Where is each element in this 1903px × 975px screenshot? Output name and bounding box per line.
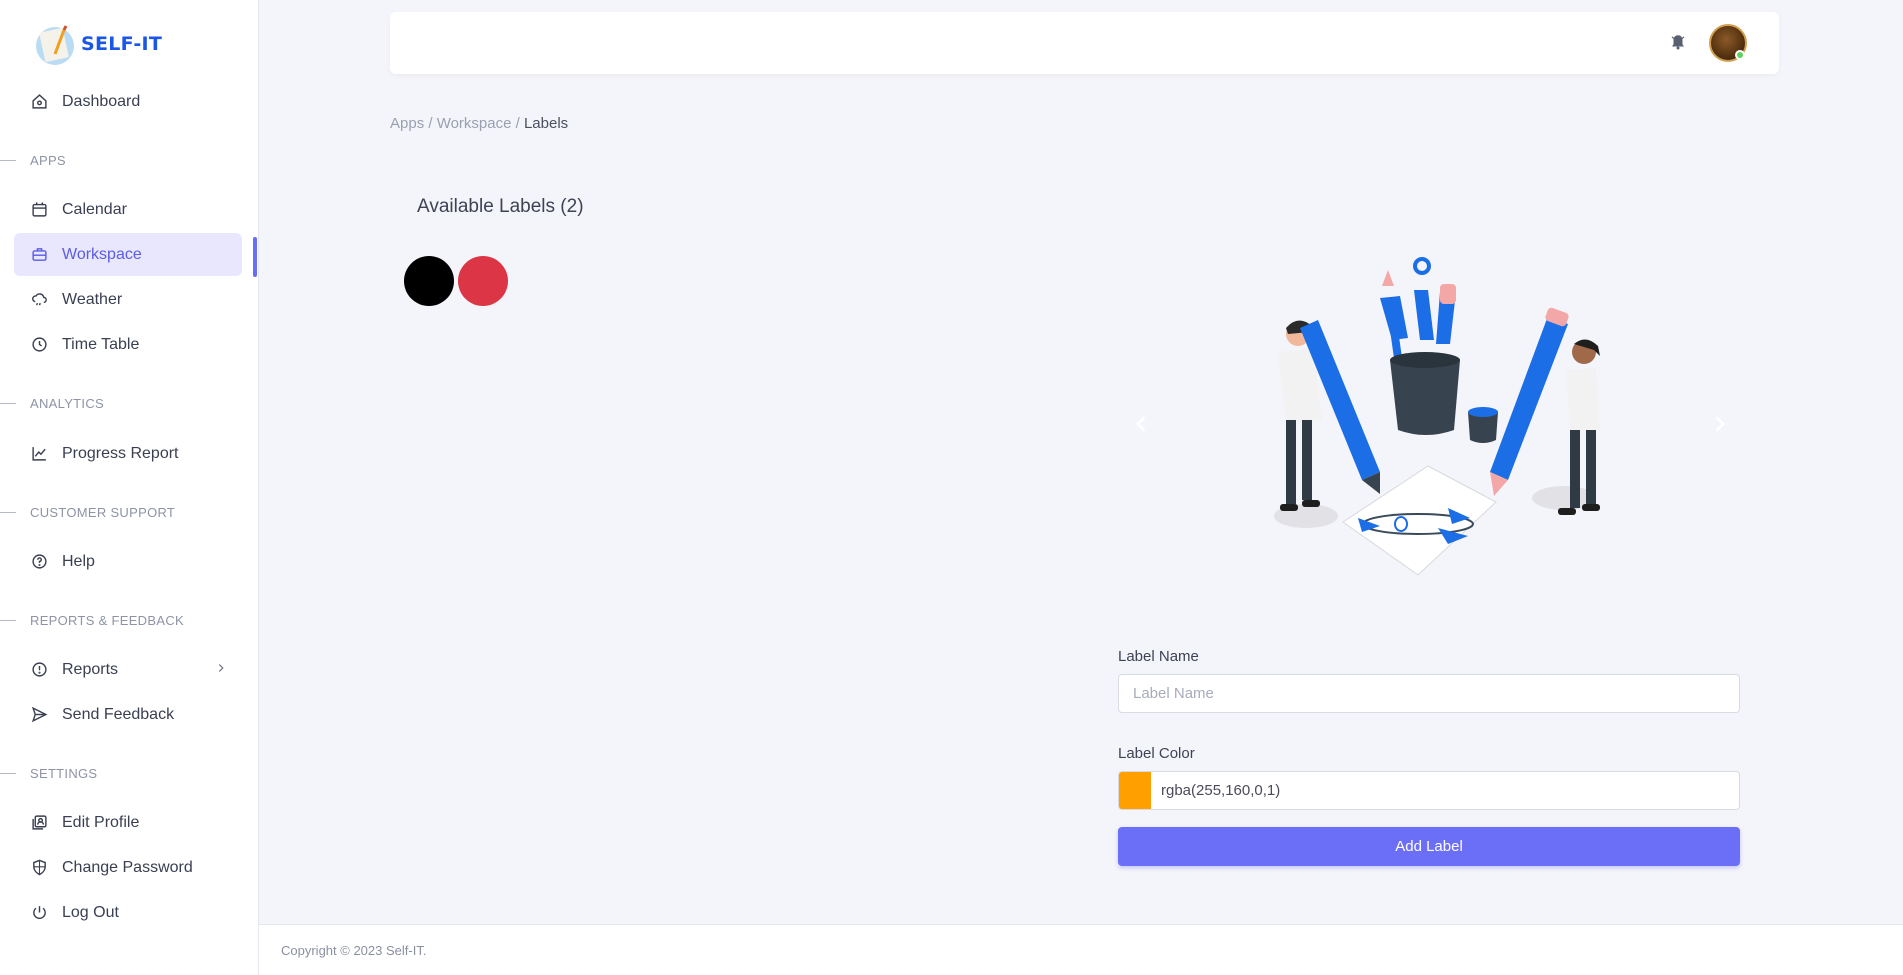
help-circle-icon	[30, 553, 48, 571]
brand-name: SELF-IT	[81, 33, 163, 55]
sidebar-item-label: Reports	[62, 660, 119, 678]
available-labels-title: Available Labels (2)	[417, 196, 584, 217]
sidebar: SELF-IT Dashboard APPS Calendar Workspac…	[0, 0, 259, 975]
sidebar-item-weather[interactable]: Weather	[14, 278, 242, 321]
color-swatch[interactable]	[1119, 772, 1151, 809]
sidebar-item-log-out[interactable]: Log Out	[14, 891, 242, 934]
sidebar-item-label: Log Out	[62, 903, 119, 921]
copyright-text: Copyright © 2023 Self-IT.	[281, 943, 427, 958]
breadcrumb-workspace[interactable]: Workspace /	[437, 115, 524, 132]
color-value-text[interactable]: rgba(255,160,0,1)	[1161, 782, 1280, 799]
sidebar-item-calendar[interactable]: Calendar	[14, 188, 242, 231]
sidebar-item-label: Send Feedback	[62, 705, 175, 723]
user-card-icon	[30, 814, 48, 832]
section-customer-support: CUSTOMER SUPPORT	[0, 504, 175, 520]
alert-circle-icon	[30, 661, 48, 679]
shield-lock-icon	[30, 859, 48, 877]
sidebar-item-help[interactable]: Help	[14, 540, 242, 583]
breadcrumb: Apps / Workspace / Labels	[390, 115, 568, 132]
label-dot-black[interactable]	[404, 256, 454, 306]
breadcrumb-apps[interactable]: Apps /	[390, 115, 437, 132]
sidebar-item-workspace[interactable]: Workspace	[14, 233, 242, 276]
label-name-input[interactable]	[1118, 674, 1740, 713]
label-name-label: Label Name	[1118, 648, 1199, 665]
sidebar-item-edit-profile[interactable]: Edit Profile	[14, 801, 242, 844]
sidebar-item-label: Weather	[62, 290, 123, 308]
sidebar-item-timetable[interactable]: Time Table	[14, 323, 242, 366]
cloud-rain-icon	[30, 291, 48, 309]
calendar-icon	[30, 201, 48, 219]
send-icon	[30, 706, 48, 724]
chart-line-icon	[30, 445, 48, 463]
illustration-artists	[1118, 240, 1738, 600]
sidebar-item-label: Calendar	[62, 200, 127, 218]
label-dot-red[interactable]	[458, 256, 508, 306]
briefcase-icon	[30, 246, 48, 264]
bell-icon[interactable]	[1669, 33, 1687, 51]
sidebar-item-label: Dashboard	[62, 92, 141, 110]
sidebar-item-dashboard[interactable]: Dashboard	[14, 80, 242, 123]
sidebar-item-reports[interactable]: Reports	[14, 648, 242, 691]
brand[interactable]: SELF-IT	[33, 18, 162, 70]
sidebar-item-label: Time Table	[62, 335, 140, 353]
section-reports-feedback: REPORTS & FEEDBACK	[0, 612, 184, 628]
active-indicator	[253, 237, 257, 277]
add-label-button[interactable]: Add Label	[1118, 827, 1740, 866]
section-apps: APPS	[0, 152, 66, 168]
logo-icon	[33, 21, 79, 67]
color-picker-field[interactable]: rgba(255,160,0,1)	[1118, 771, 1740, 810]
sidebar-item-change-password[interactable]: Change Password	[14, 846, 242, 889]
breadcrumb-current: Labels	[523, 115, 569, 132]
online-status-dot	[1735, 50, 1745, 60]
top-navbar	[390, 12, 1779, 74]
clock-icon	[30, 336, 48, 354]
sidebar-item-label: Help	[62, 552, 95, 570]
chevron-right-icon	[214, 661, 228, 680]
sidebar-item-label: Workspace	[62, 245, 142, 263]
sidebar-item-label: Edit Profile	[62, 813, 140, 831]
section-settings: SETTINGS	[0, 765, 97, 781]
footer: Copyright © 2023 Self-IT.	[259, 924, 1903, 975]
label-color-label: Label Color	[1118, 745, 1195, 762]
sidebar-item-send-feedback[interactable]: Send Feedback	[14, 693, 242, 736]
label-form: Label Name Label Color rgba(255,160,0,1)…	[1118, 648, 1740, 866]
power-icon	[30, 904, 48, 922]
section-analytics: ANALYTICS	[0, 395, 104, 411]
sidebar-item-label: Change Password	[62, 858, 193, 876]
home-icon	[30, 93, 48, 111]
sidebar-item-label: Progress Report	[62, 444, 179, 462]
avatar[interactable]	[1709, 24, 1747, 62]
sidebar-item-progress-report[interactable]: Progress Report	[14, 432, 242, 475]
